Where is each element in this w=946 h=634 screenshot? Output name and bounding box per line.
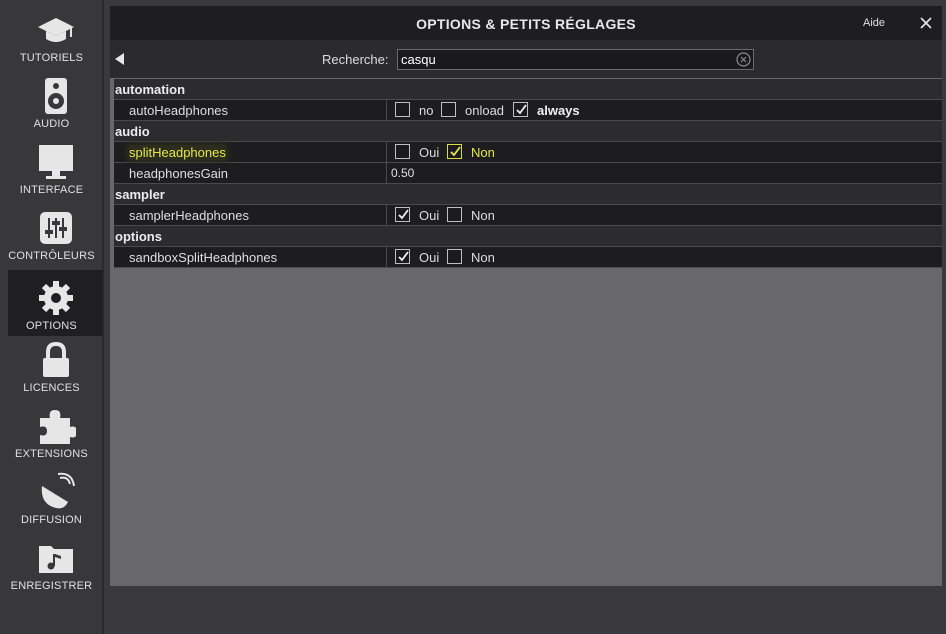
- section-title: options: [115, 229, 162, 244]
- speaker-icon: [8, 76, 103, 116]
- page-title: OPTIONS & PETITS RÉGLAGES: [416, 16, 636, 32]
- setting-row-autoheadphones: autoHeadphones no onload always: [114, 100, 942, 121]
- checkbox-non[interactable]: [447, 144, 462, 159]
- setting-name: splitHeadphones: [129, 145, 226, 160]
- setting-value[interactable]: 0.50: [386, 163, 943, 183]
- sidebar-item-interface[interactable]: INTERFACE: [8, 134, 103, 200]
- option-label: onload: [465, 103, 505, 118]
- section-header-automation: automation: [114, 79, 942, 100]
- setting-value: no onload always: [386, 100, 943, 120]
- sliders-icon: [8, 208, 103, 248]
- option-label: Oui: [419, 250, 440, 265]
- setting-row-samplerheadphones: samplerHeadphones Oui Non: [114, 205, 942, 226]
- setting-name: sandboxSplitHeadphones: [129, 250, 278, 265]
- puzzle-icon: [8, 406, 103, 446]
- sidebar-item-enregistrer[interactable]: ENREGISTRER: [8, 530, 103, 596]
- setting-value: Oui Non: [386, 247, 943, 267]
- setting-name: samplerHeadphones: [129, 208, 249, 223]
- setting-value: Oui Non: [386, 205, 943, 225]
- sidebar-item-licences[interactable]: LICENCES: [8, 332, 103, 398]
- sidebar-item-audio[interactable]: AUDIO: [8, 68, 103, 134]
- checkbox-non[interactable]: [447, 207, 462, 222]
- checkbox-non[interactable]: [447, 249, 462, 264]
- back-button[interactable]: [114, 52, 126, 66]
- sidebar-item-label: INTERFACE: [19, 184, 84, 196]
- setting-name: headphonesGain: [129, 166, 229, 181]
- option-label: no: [419, 103, 434, 118]
- section-header-options: options: [114, 226, 942, 247]
- graduation-cap-icon: [8, 10, 103, 50]
- sidebar-item-label: EXTENSIONS: [15, 448, 88, 460]
- sidebar-item-label: TUTORIELS: [19, 52, 84, 64]
- options-table: automation autoHeadphones no onload alwa…: [114, 79, 942, 268]
- setting-value: Oui Non: [386, 142, 943, 162]
- section-title: sampler: [115, 187, 165, 202]
- back-arrow-icon: [115, 53, 124, 65]
- checkmark-icon: [450, 146, 461, 157]
- search-label: Recherche:: [322, 52, 389, 67]
- checkmark-icon: [398, 251, 409, 262]
- sidebar-item-label: AUDIO: [33, 118, 70, 130]
- option-label: Non: [471, 145, 495, 160]
- option-label: Non: [471, 250, 495, 265]
- setting-row-headphonesgain: headphonesGain 0.50: [114, 163, 942, 184]
- checkbox-onload[interactable]: [441, 102, 456, 117]
- checkbox-no[interactable]: [395, 102, 410, 117]
- options-panel: OPTIONS & PETITS RÉGLAGES Aide Recherche…: [110, 6, 942, 586]
- setting-row-splitheadphones: splitHeadphones Oui Non: [114, 142, 942, 163]
- checkmark-icon: [516, 104, 527, 115]
- close-icon: [920, 17, 932, 29]
- option-label: always: [537, 103, 580, 118]
- option-label: Oui: [419, 145, 440, 160]
- sidebar-item-extensions[interactable]: EXTENSIONS: [8, 398, 103, 464]
- sidebar-item-label: LICENCES: [23, 382, 80, 394]
- gain-value[interactable]: 0.50: [391, 166, 414, 180]
- option-label: Oui: [419, 208, 440, 223]
- section-header-sampler: sampler: [114, 184, 942, 205]
- sidebar-item-label: OPTIONS: [26, 320, 77, 332]
- option-label: Non: [471, 208, 495, 223]
- search-bar: Recherche:: [110, 40, 942, 78]
- sidebar-item-label: DIFFUSION: [20, 514, 83, 526]
- checkbox-always[interactable]: [513, 102, 528, 117]
- sidebar: TUTORIELS AUDIO INTERFACE CONTRÔLEURS OP…: [0, 0, 104, 634]
- checkbox-oui[interactable]: [395, 249, 410, 264]
- gear-icon: [8, 278, 103, 318]
- sidebar-item-controleurs[interactable]: CONTRÔLEURS: [8, 200, 103, 266]
- help-link[interactable]: Aide: [863, 17, 885, 29]
- sidebar-item-options[interactable]: OPTIONS: [8, 270, 103, 336]
- close-button[interactable]: [916, 13, 936, 33]
- section-header-audio: audio: [114, 121, 942, 142]
- title-bar: OPTIONS & PETITS RÉGLAGES Aide: [110, 6, 942, 40]
- sidebar-item-diffusion[interactable]: DIFFUSION: [8, 464, 103, 530]
- checkbox-oui[interactable]: [395, 144, 410, 159]
- checkbox-oui[interactable]: [395, 207, 410, 222]
- section-title: audio: [115, 124, 150, 139]
- search-field: [397, 49, 754, 70]
- checkmark-icon: [398, 209, 409, 220]
- setting-name: autoHeadphones: [129, 103, 229, 118]
- monitor-icon: [8, 142, 103, 182]
- lock-icon: [8, 340, 103, 380]
- setting-row-sandboxsplitheadphones: sandboxSplitHeadphones Oui Non: [114, 247, 942, 268]
- section-title: automation: [115, 82, 186, 97]
- music-folder-icon: [8, 538, 103, 578]
- sidebar-item-tutoriels[interactable]: TUTORIELS: [8, 2, 103, 68]
- clear-search-button[interactable]: [736, 52, 751, 67]
- sidebar-item-label: CONTRÔLEURS: [8, 250, 95, 262]
- clear-icon: [736, 52, 751, 67]
- search-input[interactable]: [401, 51, 721, 68]
- satellite-dish-icon: [8, 472, 103, 512]
- sidebar-item-label: ENREGISTRER: [10, 580, 93, 592]
